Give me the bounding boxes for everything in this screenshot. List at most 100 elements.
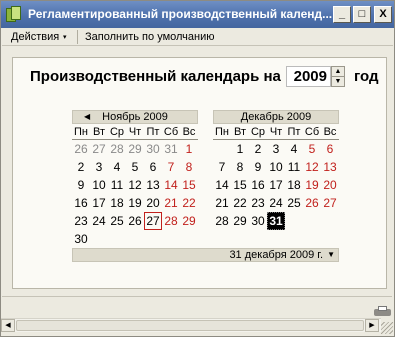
month-title: Декабрь 2009 <box>240 111 312 123</box>
selected-date-bar[interactable]: 31 декабря 2009 г. ▼ <box>72 248 339 262</box>
day-cell[interactable]: 5 <box>126 158 144 176</box>
actions-menu[interactable]: Действия <box>11 31 59 43</box>
day-cell[interactable]: 11 <box>285 158 303 176</box>
day-cell[interactable]: 17 <box>267 176 285 194</box>
weekday-label: Вс <box>182 126 196 138</box>
day-cell[interactable]: 27 <box>321 194 339 212</box>
day-cell[interactable]: 14 <box>162 176 180 194</box>
day-cell[interactable]: 4 <box>108 158 126 176</box>
day-cell[interactable]: 9 <box>72 176 90 194</box>
day-cell[interactable]: 26 <box>303 194 321 212</box>
day-cell[interactable]: 1 <box>180 140 198 158</box>
close-button[interactable]: X <box>374 6 392 23</box>
day-cell[interactable]: 7 <box>213 158 231 176</box>
day-cell[interactable]: 24 <box>267 194 285 212</box>
minimize-button[interactable]: _ <box>333 6 351 23</box>
chevron-down-icon[interactable]: ▼ <box>327 249 335 261</box>
day-cell[interactable]: 2 <box>249 140 267 158</box>
printer-icon[interactable] <box>374 306 391 318</box>
weekday-label: Пт <box>287 126 301 138</box>
day-cell[interactable]: 31 <box>162 140 180 158</box>
selected-day-cell[interactable]: 31 <box>267 212 285 230</box>
day-cell[interactable]: 18 <box>285 176 303 194</box>
day-cell[interactable]: 19 <box>126 194 144 212</box>
spin-up-icon[interactable]: ▲ <box>332 67 344 77</box>
day-cell[interactable]: 8 <box>231 158 249 176</box>
day-cell[interactable]: 12 <box>303 158 321 176</box>
day-cell[interactable]: 3 <box>90 158 108 176</box>
day-cell[interactable]: 25 <box>108 212 126 230</box>
day-cell[interactable]: 14 <box>213 176 231 194</box>
month-november: ◀ Ноябрь 2009 Пн Вт Ср Чт Пт Сб Вс 26 27 28 29 30 3… <box>72 110 198 248</box>
weekday-label: Пт <box>146 126 160 138</box>
day-cell[interactable]: 28 <box>213 212 231 230</box>
day-cell[interactable]: 26 <box>126 212 144 230</box>
scroll-right-icon[interactable]: ▶ <box>365 319 379 332</box>
day-cell[interactable]: 29 <box>180 212 198 230</box>
day-grid: 26 27 28 29 30 31 1 2 3 4 5 6 7 8 9 10 11 12 13 14 15 16 17 18 1… <box>72 140 198 248</box>
day-cell[interactable]: 10 <box>267 158 285 176</box>
day-cell[interactable]: 25 <box>285 194 303 212</box>
horizontal-scrollbar[interactable]: ◀ ▶ <box>1 318 381 332</box>
day-cell[interactable]: 23 <box>249 194 267 212</box>
day-cell[interactable]: 16 <box>249 176 267 194</box>
day-cell[interactable]: 13 <box>144 176 162 194</box>
weekday-label: Чт <box>269 126 283 138</box>
day-cell[interactable]: 22 <box>180 194 198 212</box>
day-cell[interactable]: 28 <box>162 212 180 230</box>
day-cell[interactable]: 2 <box>72 158 90 176</box>
day-cell[interactable]: 21 <box>213 194 231 212</box>
day-cell[interactable]: 27 <box>90 140 108 158</box>
weekday-label: Вт <box>233 126 246 138</box>
day-cell[interactable]: 30 <box>144 140 162 158</box>
day-cell[interactable]: 6 <box>144 158 162 176</box>
spin-down-icon[interactable]: ▼ <box>332 77 344 87</box>
weekday-header: Пн Вт Ср Чт Пт Сб Вс <box>213 125 339 140</box>
fill-default-button[interactable]: Заполнить по умолчанию <box>85 31 215 43</box>
day-cell[interactable]: 5 <box>303 140 321 158</box>
day-cell[interactable]: 18 <box>108 194 126 212</box>
year-input[interactable]: 2009 <box>286 66 331 87</box>
day-cell[interactable]: 24 <box>90 212 108 230</box>
day-cell[interactable]: 17 <box>90 194 108 212</box>
day-cell[interactable]: 20 <box>144 194 162 212</box>
day-cell[interactable]: 1 <box>231 140 249 158</box>
day-cell[interactable]: 7 <box>162 158 180 176</box>
day-cell[interactable]: 15 <box>231 176 249 194</box>
scroll-thumb[interactable] <box>16 320 364 331</box>
day-cell[interactable]: 26 <box>72 140 90 158</box>
day-cell[interactable]: 3 <box>267 140 285 158</box>
day-cell[interactable]: 9 <box>249 158 267 176</box>
day-cell[interactable]: 29 <box>126 140 144 158</box>
day-cell[interactable]: 6 <box>321 140 339 158</box>
prev-month-icon[interactable]: ◀ <box>84 111 90 123</box>
scroll-left-icon[interactable]: ◀ <box>1 319 15 332</box>
day-cell[interactable]: 21 <box>162 194 180 212</box>
day-cell[interactable]: 15 <box>180 176 198 194</box>
day-cell[interactable]: 11 <box>108 176 126 194</box>
day-cell[interactable]: 10 <box>90 176 108 194</box>
day-cell[interactable]: 16 <box>72 194 90 212</box>
year-spinner[interactable]: ▲ ▼ <box>331 66 345 87</box>
today-day-cell[interactable]: 27 <box>144 212 162 230</box>
chevron-down-icon[interactable]: ▾ <box>63 33 67 41</box>
weekday-label: Пн <box>74 126 88 138</box>
day-cell[interactable]: 13 <box>321 158 339 176</box>
day-cell[interactable]: 23 <box>72 212 90 230</box>
day-cell[interactable]: 19 <box>303 176 321 194</box>
day-cell[interactable]: 28 <box>108 140 126 158</box>
weekday-label: Сб <box>304 126 320 138</box>
day-cell[interactable]: 30 <box>249 212 267 230</box>
title-bar[interactable]: Регламентированный производственный кале… <box>1 1 394 28</box>
day-cell[interactable]: 12 <box>126 176 144 194</box>
weekday-label: Вс <box>323 126 337 138</box>
day-cell[interactable]: 4 <box>285 140 303 158</box>
resize-grip-icon[interactable] <box>381 322 393 334</box>
calendar-app-icon <box>6 6 22 23</box>
day-cell[interactable]: 30 <box>72 230 90 248</box>
day-cell[interactable]: 29 <box>231 212 249 230</box>
day-cell[interactable]: 22 <box>231 194 249 212</box>
maximize-button[interactable]: □ <box>353 6 371 23</box>
day-cell[interactable]: 8 <box>180 158 198 176</box>
day-cell[interactable]: 20 <box>321 176 339 194</box>
